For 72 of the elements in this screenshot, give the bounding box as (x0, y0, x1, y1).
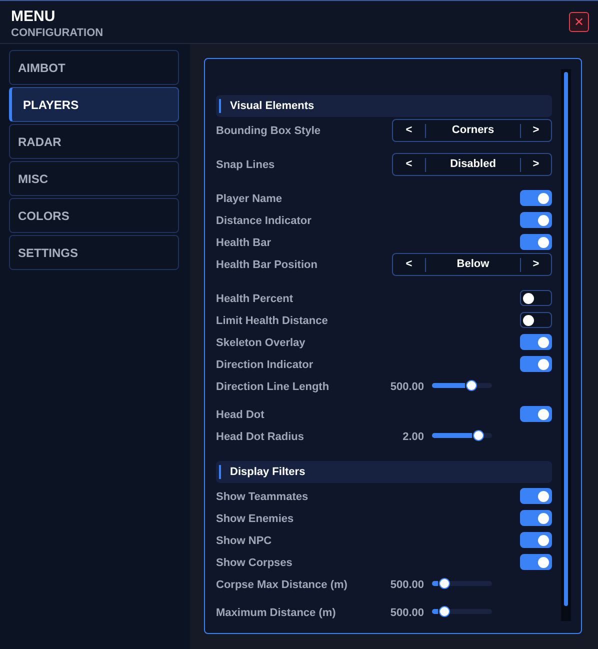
next-button[interactable]: > (521, 120, 551, 141)
option-value: Below (456, 257, 490, 272)
toggle-switch[interactable] (520, 212, 552, 228)
setting-label: Show NPC (216, 534, 272, 549)
toggle-switch[interactable] (520, 290, 552, 306)
toggle-switch[interactable] (520, 190, 552, 206)
slider-value: 500.00 (389, 380, 424, 395)
slider-fill[interactable] (432, 433, 472, 438)
option-selector[interactable]: < Corners > (392, 119, 552, 142)
setting-label: Health Percent (216, 292, 294, 307)
slider-value: 500.00 (389, 578, 424, 593)
toggle-switch[interactable] (520, 488, 552, 504)
toggle-switch[interactable] (520, 554, 552, 570)
close-button[interactable]: ✕ (569, 12, 589, 32)
sidebar-item[interactable]: SETTINGS (9, 235, 179, 270)
setting-label: Skeleton Overlay (216, 336, 306, 351)
setting-label: Bounding Box Style (216, 124, 320, 139)
slider-value: 500.00 (389, 606, 424, 621)
slider-thumb[interactable] (438, 606, 450, 617)
setting-label: Distance Indicator (216, 214, 312, 229)
setting-label: Head Dot Radius (216, 430, 306, 445)
section-title: Display Filters (230, 464, 306, 480)
slider-value: 2.00 (402, 430, 424, 445)
option-selector[interactable]: < Below > (392, 253, 552, 276)
sidebar-item[interactable]: RADAR (9, 124, 179, 159)
menu-subtitle: CONFIGURATION (11, 26, 104, 40)
slider-thumb[interactable] (472, 430, 484, 441)
setting-label: Head Dot (216, 408, 264, 423)
option-value: Disabled (449, 157, 497, 172)
slider-thumb[interactable] (438, 578, 450, 589)
setting-label: Show Enemies (216, 512, 294, 527)
setting-label: Direction Line Length (216, 380, 330, 395)
menu-title: MENU (11, 8, 56, 26)
setting-label: Health Bar (216, 236, 272, 251)
slider-thumb[interactable] (466, 380, 476, 391)
toggle-switch[interactable] (520, 334, 552, 350)
setting-label: Direction Indicator (216, 358, 314, 373)
previous-button[interactable]: < (393, 120, 425, 141)
slider-track[interactable] (432, 433, 492, 438)
sidebar-item[interactable]: PLAYERS (9, 87, 179, 122)
toggle-switch[interactable] (520, 406, 552, 422)
slider-fill[interactable] (432, 581, 438, 586)
sidebar-item[interactable]: COLORS (9, 198, 179, 233)
setting-label: Show Corpses (216, 556, 292, 571)
toggle-switch[interactable] (520, 356, 552, 372)
previous-button[interactable]: < (393, 154, 425, 175)
setting-label: Limit Health Distance (216, 314, 328, 329)
toggle-switch[interactable] (520, 510, 552, 526)
option-selector[interactable]: < Disabled > (392, 153, 552, 176)
section-title: Visual Elements (230, 98, 314, 114)
setting-label: Player Name (216, 192, 282, 207)
slider-track[interactable] (432, 609, 492, 614)
slider-track[interactable] (432, 383, 492, 388)
scrollbar[interactable] (561, 69, 571, 621)
next-button[interactable]: > (521, 254, 551, 275)
toggle-switch[interactable] (520, 532, 552, 548)
setting-label: Corpse Max Distance (m) (216, 578, 348, 593)
toggle-switch[interactable] (520, 312, 552, 328)
setting-label: Maximum Distance (m) (216, 606, 337, 621)
previous-button[interactable]: < (393, 254, 425, 275)
setting-label: Health Bar Position (216, 258, 318, 273)
slider-track[interactable] (432, 581, 492, 586)
slider-fill[interactable] (432, 383, 465, 388)
slider-fill[interactable] (432, 609, 438, 614)
next-button[interactable]: > (521, 154, 551, 175)
setting-label: Snap Lines (216, 158, 275, 173)
setting-label: Show Teammates (216, 490, 308, 505)
sidebar-item[interactable]: MISC (9, 161, 179, 196)
sidebar-item[interactable]: AIMBOT (9, 50, 179, 85)
option-value: Corners (450, 123, 496, 138)
toggle-switch[interactable] (520, 234, 552, 250)
scrollbar-thumb[interactable] (564, 72, 568, 606)
